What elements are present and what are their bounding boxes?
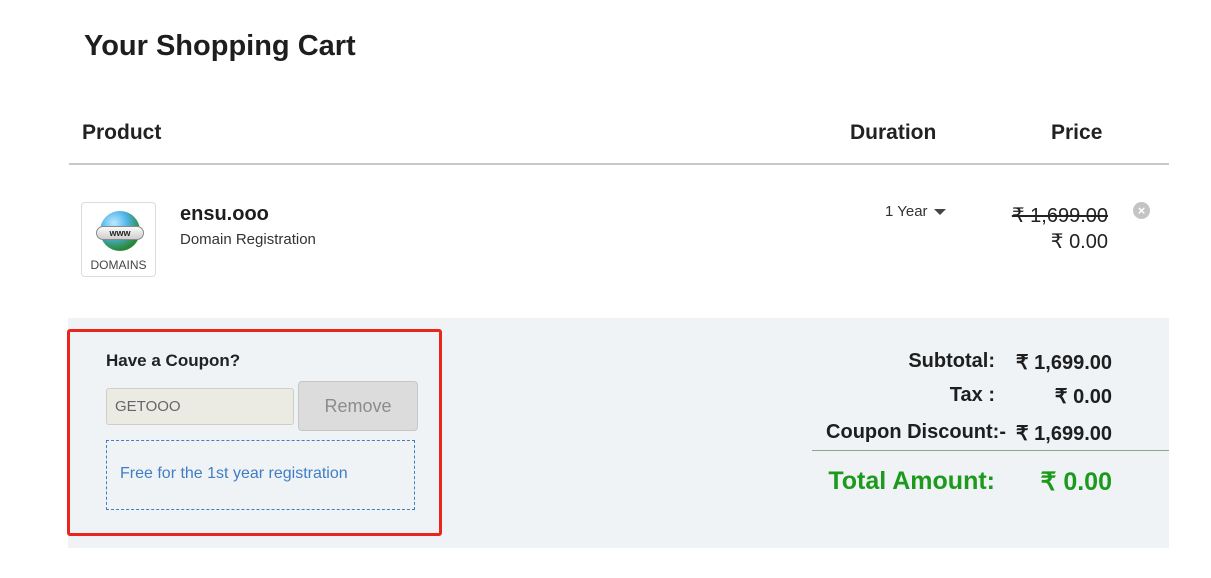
coupon-title: Have a Coupon? <box>106 351 241 370</box>
original-price: ₹ 1,699.00 <box>1011 205 1108 227</box>
chevron-down-icon <box>933 209 946 216</box>
page-title: Your Shopping Cart <box>84 30 356 62</box>
remove-coupon-button[interactable]: Remove <box>298 381 418 431</box>
subtotal-label: Subtotal: <box>908 350 995 372</box>
total-amount-label: Total Amount: <box>828 467 995 495</box>
remove-item-icon[interactable]: × <box>1133 202 1150 219</box>
column-header-duration: Duration <box>850 121 937 144</box>
www-badge: www <box>96 226 144 240</box>
total-amount-value: ₹ 0.00 <box>1040 468 1112 496</box>
coupon-discount-label: Coupon Discount:- <box>826 421 1006 443</box>
coupon-code-input[interactable] <box>106 388 294 425</box>
subtotal-value: ₹ 1,699.00 <box>1015 352 1112 374</box>
product-name: ensu.ooo <box>180 203 269 225</box>
duration-select[interactable]: 1 Year <box>885 203 946 220</box>
coupon-discount-value: ₹ 1,699.00 <box>1015 423 1112 445</box>
tax-value: ₹ 0.00 <box>1054 386 1112 408</box>
thumbnail-label: DOMAINS <box>90 258 147 272</box>
column-header-product: Product <box>82 121 162 144</box>
summary-divider <box>812 450 1169 451</box>
product-thumbnail: www DOMAINS <box>81 202 156 277</box>
product-type: Domain Registration <box>180 231 316 248</box>
coupon-message: Free for the 1st year registration <box>106 440 415 510</box>
current-price: ₹ 0.00 <box>1050 231 1108 253</box>
duration-value: 1 Year <box>885 203 928 220</box>
header-divider <box>69 163 1169 165</box>
tax-label: Tax : <box>949 384 995 406</box>
column-header-price: Price <box>1051 121 1103 144</box>
